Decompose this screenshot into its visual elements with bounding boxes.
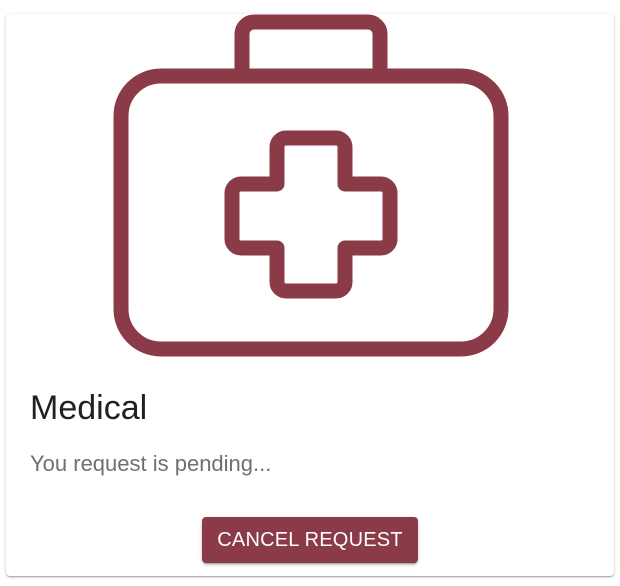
card-media xyxy=(106,14,516,364)
request-status-text: You request is pending... xyxy=(30,451,272,476)
cancel-request-button[interactable]: CANCEL REQUEST xyxy=(202,517,418,563)
medical-kit-icon xyxy=(113,14,509,357)
request-card: Medical You request is pending... CANCEL… xyxy=(6,14,614,576)
card-title: Medical xyxy=(30,389,148,427)
